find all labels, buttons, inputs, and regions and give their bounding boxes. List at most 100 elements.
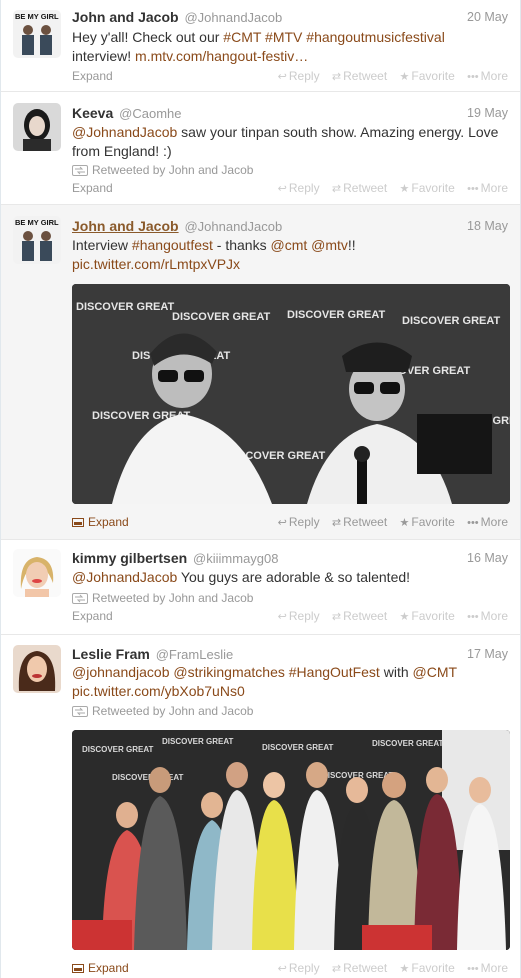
more-button[interactable]: ••• More	[467, 69, 508, 83]
hashtag-link[interactable]: #CMT	[223, 29, 261, 45]
tweet-text: Interview #hangoutfest - thanks @cmt @mt…	[72, 237, 356, 272]
expand-button[interactable]: Expand	[72, 608, 113, 624]
retweet-icon: ⇄	[331, 963, 342, 975]
favorite-button[interactable]: ★ Favorite	[400, 69, 455, 83]
avatar[interactable]: BE MY GIRL	[13, 216, 61, 264]
retweet-button[interactable]: ⇄ Retweet	[332, 609, 387, 623]
reply-icon: ↩	[277, 183, 287, 195]
tweet-photo[interactable]: DISCOVER GREAT DISCOVER GREAT DISCOVER G…	[72, 284, 510, 504]
expand-button[interactable]: Expand	[72, 514, 129, 530]
tweet-item[interactable]: BE MY GIRL John and Jacob @JohnandJacob …	[1, 0, 520, 92]
photo-icon	[72, 961, 84, 973]
tweet-actions: ↩ Reply ⇄ Retweet ★ Favorite ••• More	[269, 960, 508, 977]
reply-button[interactable]: ↩ Reply	[278, 69, 320, 83]
retweet-icon	[72, 165, 88, 177]
expand-button[interactable]: Expand	[72, 68, 113, 84]
tweet-item[interactable]: kimmy gilbertsen @kiiimmayg08 16 May @Jo…	[1, 540, 520, 635]
retweet-button[interactable]: ⇄ Retweet	[332, 69, 387, 83]
svg-text:DISCOVER GREAT: DISCOVER GREAT	[82, 745, 154, 754]
favorite-button[interactable]: ★ Favorite	[400, 515, 455, 529]
tweet-date[interactable]: 17 May	[467, 645, 508, 663]
tweet-text: @JohnandJacob You guys are adorable & so…	[72, 569, 411, 585]
more-button[interactable]: ••• More	[467, 961, 508, 975]
avatar-text: BE MY GIRL	[15, 12, 59, 21]
tweet-date[interactable]: 18 May	[467, 217, 508, 235]
photo-icon	[72, 515, 84, 527]
retweet-icon: ⇄	[331, 517, 342, 529]
more-icon: •••	[467, 611, 479, 623]
more-icon: •••	[467, 183, 479, 195]
more-icon: •••	[467, 963, 479, 975]
svg-text:DISCOVER GREAT: DISCOVER GREAT	[76, 301, 174, 313]
reply-icon: ↩	[277, 611, 287, 623]
mention-link[interactable]: @mtv	[311, 237, 348, 253]
author-name[interactable]: kimmy gilbertsen	[72, 550, 187, 566]
svg-text:DISCOVER GREAT: DISCOVER GREAT	[372, 739, 444, 748]
author-handle[interactable]: @JohnandJacob	[184, 219, 282, 234]
author-name[interactable]: Leslie Fram	[72, 646, 150, 662]
avatar[interactable]: BE MY GIRL	[13, 10, 61, 58]
favorite-button[interactable]: ★ Favorite	[400, 961, 455, 975]
reply-button[interactable]: ↩ Reply	[278, 609, 320, 623]
mention-link[interactable]: @JohnandJacob	[72, 569, 177, 585]
reply-button[interactable]: ↩ Reply	[278, 181, 320, 195]
more-button[interactable]: ••• More	[467, 181, 508, 195]
svg-text:DISCOVER GREAT: DISCOVER GREAT	[287, 309, 385, 321]
tweet-item[interactable]: Keeva @Caomhe 19 May @JohnandJacob saw y…	[1, 92, 520, 205]
retweet-icon: ⇄	[331, 71, 342, 83]
avatar[interactable]	[13, 103, 61, 151]
expand-button[interactable]: Expand	[72, 180, 113, 196]
svg-text:DISCOVER GREAT: DISCOVER GREAT	[162, 737, 234, 746]
tweet-actions: ↩ Reply ⇄ Retweet ★ Favorite ••• More	[269, 180, 508, 197]
retweet-button[interactable]: ⇄ Retweet	[332, 515, 387, 529]
avatar[interactable]	[13, 645, 61, 693]
pic-link[interactable]: pic.twitter.com/rLmtpxVPJx	[72, 256, 240, 272]
hashtag-link[interactable]: #MTV	[265, 29, 302, 45]
svg-text:DISCOVER GREAT: DISCOVER GREAT	[112, 773, 184, 782]
tweet-actions: ↩ Reply ⇄ Retweet ★ Favorite ••• More	[269, 514, 508, 531]
hashtag-link[interactable]: #hangoutfest	[132, 237, 213, 253]
tweet-text: Hey y'all! Check out our #CMT #MTV #hang…	[72, 29, 445, 64]
author-handle[interactable]: @FramLeslie	[156, 647, 234, 662]
author-handle[interactable]: @Caomhe	[119, 106, 181, 121]
tweet-text: @JohnandJacob saw your tinpan south show…	[72, 124, 499, 159]
avatar[interactable]	[13, 549, 61, 597]
reply-button[interactable]: ↩ Reply	[278, 515, 320, 529]
author-handle[interactable]: @JohnandJacob	[184, 10, 282, 25]
mention-link[interactable]: @strikingmatches	[173, 664, 284, 680]
tweet-date[interactable]: 19 May	[467, 104, 508, 122]
svg-text:DISCOVER GREAT: DISCOVER GREAT	[172, 311, 270, 323]
tweet-item[interactable]: Leslie Fram @FramLeslie 17 May @johnandj…	[1, 635, 520, 978]
favorite-button[interactable]: ★ Favorite	[400, 181, 455, 195]
reply-icon: ↩	[277, 517, 287, 529]
expand-button[interactable]: Expand	[72, 960, 129, 976]
reply-button[interactable]: ↩ Reply	[278, 961, 320, 975]
author-handle[interactable]: @kiiimmayg08	[193, 551, 278, 566]
retweet-icon: ⇄	[331, 183, 342, 195]
mention-link[interactable]: @cmt	[270, 237, 307, 253]
mention-link[interactable]: @CMT	[413, 664, 458, 680]
mention-link[interactable]: @JohnandJacob	[72, 124, 177, 140]
favorite-button[interactable]: ★ Favorite	[400, 609, 455, 623]
more-button[interactable]: ••• More	[467, 609, 508, 623]
pic-link[interactable]: pic.twitter.com/ybXob7uNs0	[72, 683, 245, 699]
star-icon: ★	[399, 71, 410, 83]
mention-link[interactable]: @johnandjacob	[72, 664, 170, 680]
hashtag-link[interactable]: #hangoutmusicfestival	[306, 29, 445, 45]
retweet-button[interactable]: ⇄ Retweet	[332, 961, 387, 975]
retweet-icon: ⇄	[331, 611, 342, 623]
more-button[interactable]: ••• More	[467, 515, 508, 529]
tweet-date[interactable]: 20 May	[467, 8, 508, 26]
star-icon: ★	[399, 517, 410, 529]
author-name[interactable]: Keeva	[72, 105, 113, 121]
hashtag-link[interactable]: #HangOutFest	[289, 664, 380, 680]
url-link[interactable]: m.mtv.com/hangout-festiv…	[135, 48, 308, 64]
tweet-date[interactable]: 16 May	[467, 549, 508, 567]
retweeted-by: Retweeted by John and Jacob	[72, 162, 253, 178]
author-name[interactable]: John and Jacob	[72, 9, 179, 25]
star-icon: ★	[399, 611, 410, 623]
author-name[interactable]: John and Jacob	[72, 218, 179, 234]
tweet-item[interactable]: BE MY GIRL John and Jacob @JohnandJacob …	[1, 205, 520, 540]
retweet-button[interactable]: ⇄ Retweet	[332, 181, 387, 195]
tweet-photo[interactable]: DISCOVER GREAT DISCOVER GREAT DISCOVER G…	[72, 730, 510, 950]
